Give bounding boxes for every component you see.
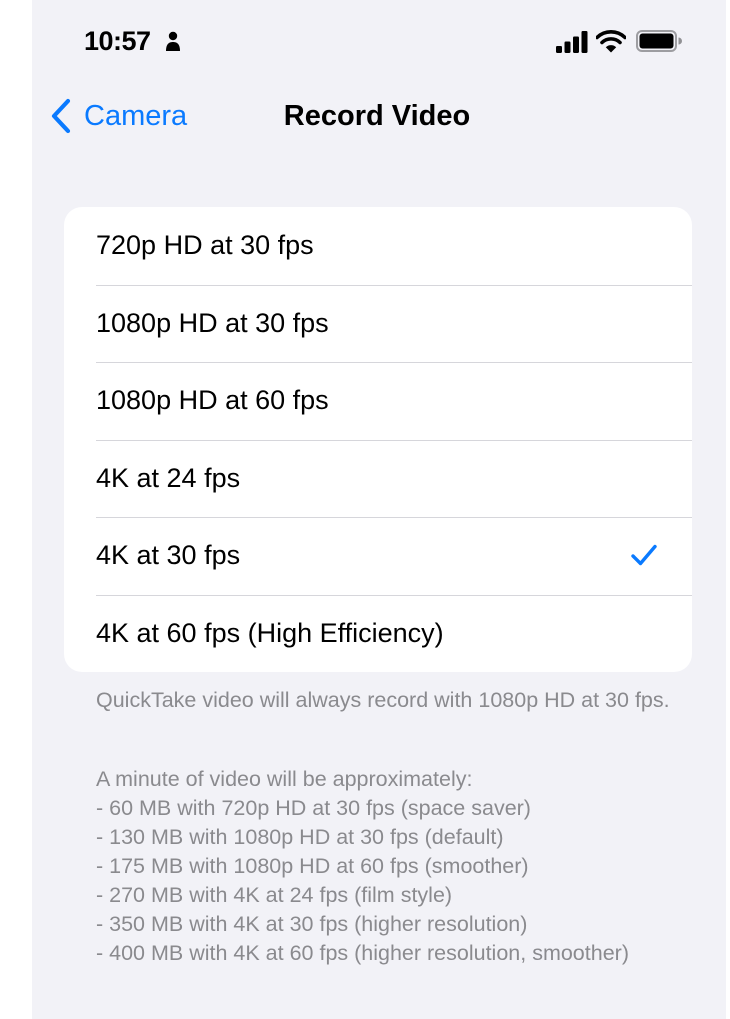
size-item: - 350 MB with 4K at 30 fps (higher resol… bbox=[96, 912, 528, 936]
option-1080p-30fps[interactable]: 1080p HD at 30 fps bbox=[64, 284, 692, 363]
back-button-label: Camera bbox=[84, 99, 188, 132]
option-4k-30fps[interactable]: 4K at 30 fps bbox=[64, 517, 692, 595]
options-footer: QuickTake video will always record with … bbox=[96, 686, 686, 968]
page-title: Record Video bbox=[283, 100, 471, 132]
option-label: 1080p HD at 60 fps bbox=[96, 385, 329, 416]
size-item: - 130 MB with 1080p HD at 30 fps (defaul… bbox=[96, 825, 504, 849]
record-video-options: 720p HD at 30 fps 1080p HD at 30 fps 108… bbox=[64, 207, 692, 672]
quicktake-note: QuickTake video will always record with … bbox=[96, 688, 670, 712]
back-button[interactable]: Camera bbox=[50, 94, 187, 138]
option-label: 720p HD at 30 fps bbox=[96, 230, 314, 261]
battery-icon bbox=[636, 30, 682, 52]
wifi-icon bbox=[596, 30, 626, 53]
size-item: - 400 MB with 4K at 60 fps (higher resol… bbox=[96, 941, 629, 965]
signal-icon bbox=[556, 31, 588, 53]
navigation-bar: Camera Record Video bbox=[32, 80, 726, 150]
option-label: 4K at 24 fps bbox=[96, 462, 241, 493]
option-720p-30fps[interactable]: 720p HD at 30 fps bbox=[64, 207, 692, 285]
size-item: - 60 MB with 720p HD at 30 fps (space sa… bbox=[96, 796, 531, 820]
chevron-left-icon bbox=[51, 98, 71, 134]
option-4k-24fps[interactable]: 4K at 24 fps bbox=[64, 439, 692, 518]
option-label: 1080p HD at 30 fps bbox=[96, 307, 329, 338]
option-label: 4K at 60 fps (High Efficiency) bbox=[96, 617, 444, 648]
size-intro: A minute of video will be approximately: bbox=[96, 767, 473, 791]
option-label: 4K at 30 fps bbox=[96, 540, 241, 571]
option-4k-60fps-high-efficiency[interactable]: 4K at 60 fps (High Efficiency) bbox=[64, 594, 692, 673]
status-time: 10:57 bbox=[84, 26, 151, 56]
size-item: - 175 MB with 1080p HD at 60 fps (smooth… bbox=[96, 854, 529, 878]
person-icon bbox=[166, 31, 180, 51]
checkmark-icon bbox=[631, 544, 657, 566]
size-item: - 270 MB with 4K at 24 fps (film style) bbox=[96, 883, 453, 907]
settings-screen: 10:57 Camera Record Video 720p HD at 30 … bbox=[32, 0, 726, 1019]
option-1080p-60fps[interactable]: 1080p HD at 60 fps bbox=[64, 362, 692, 440]
status-bar: 10:57 bbox=[32, 0, 726, 80]
